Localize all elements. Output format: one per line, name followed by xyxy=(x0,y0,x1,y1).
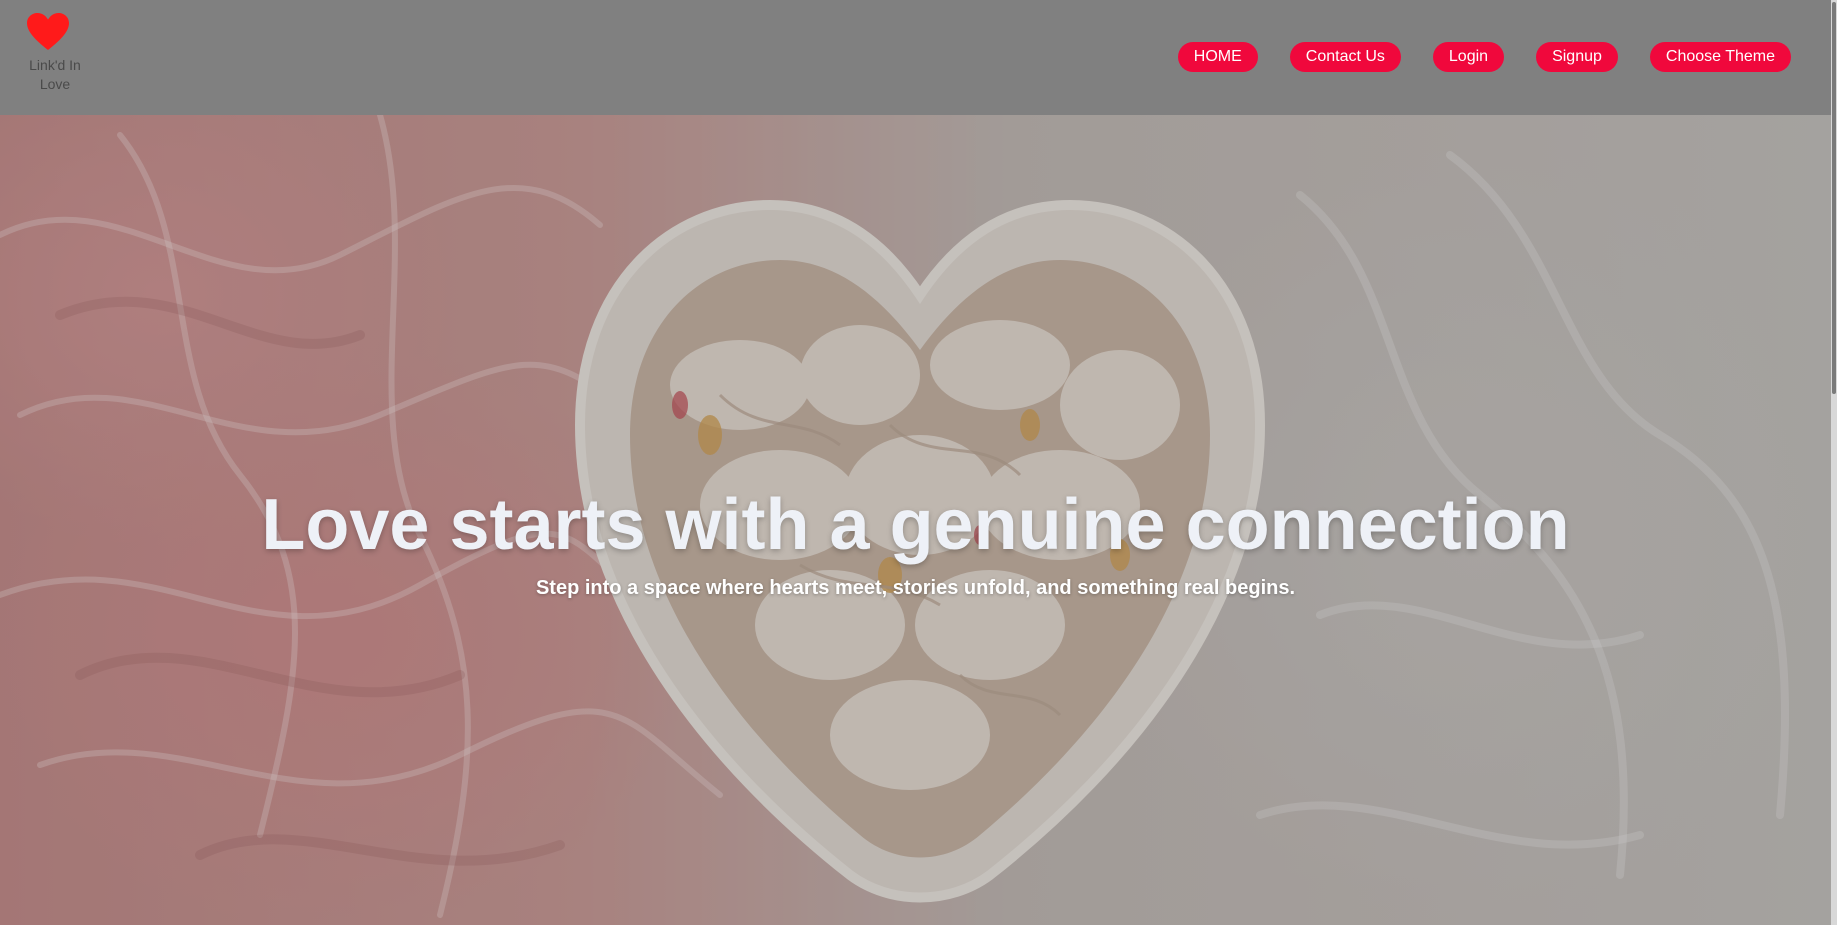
nav-contact-button[interactable]: Contact Us xyxy=(1289,42,1401,72)
hero-subtitle: Step into a space where hearts meet, sto… xyxy=(535,577,1296,599)
brand-logo[interactable]: Link'd In Love xyxy=(18,12,92,94)
scrollbar-thumb[interactable] xyxy=(1832,2,1836,394)
main-nav: HOME Contact Us Login Signup Choose Them… xyxy=(1177,42,1791,72)
brand-name: Link'd In Love xyxy=(29,57,81,92)
page: Link'd In Love HOME Contact Us Login Sig… xyxy=(0,0,1831,925)
heart-icon xyxy=(27,13,69,50)
hero-title: Love starts with a genuine connection xyxy=(261,485,1570,565)
nav-login-button[interactable]: Login xyxy=(1432,42,1505,72)
nav-home-button[interactable]: HOME xyxy=(1177,42,1258,72)
nav-signup-button[interactable]: Signup xyxy=(1536,42,1618,72)
hero-section: Love starts with a genuine connection St… xyxy=(0,115,1831,925)
nav-choose-theme-button[interactable]: Choose Theme xyxy=(1649,42,1791,72)
site-header: Link'd In Love HOME Contact Us Login Sig… xyxy=(0,0,1831,115)
page-scrollbar[interactable] xyxy=(1831,0,1837,925)
